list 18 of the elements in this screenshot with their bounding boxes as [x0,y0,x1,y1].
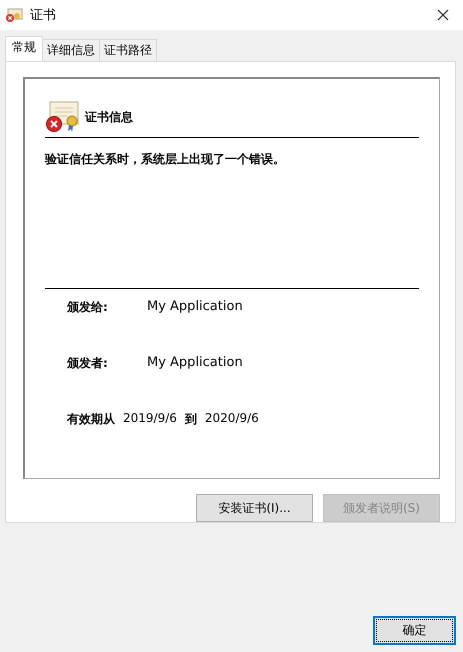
ok-button[interactable]: 确定 [373,616,456,645]
window-title: 证书 [30,7,57,24]
certificate-error-icon [45,101,79,133]
field-label: 颁发者: [67,355,109,372]
tab[interactable]: 证书路径 [99,39,157,61]
field-label: 颁发给: [67,299,109,316]
dialog-button[interactable]: 安装证书(I)... [196,494,313,522]
certificate-error-icon [5,8,23,22]
validity-label: 到 [184,411,197,428]
close-icon [437,9,449,21]
tab[interactable]: 常规 [5,36,43,61]
validity-date: 2020/9/6 [204,411,259,427]
field-value: My Application [147,355,243,372]
error-message: 验证信任关系时，系统层上出现了一个错误。 [45,151,286,168]
section-heading: 证书信息 [85,108,133,126]
validity-label: 有效期从 [67,411,115,428]
validity-date: 2019/9/6 [123,411,177,427]
field-value: My Application [147,299,243,316]
